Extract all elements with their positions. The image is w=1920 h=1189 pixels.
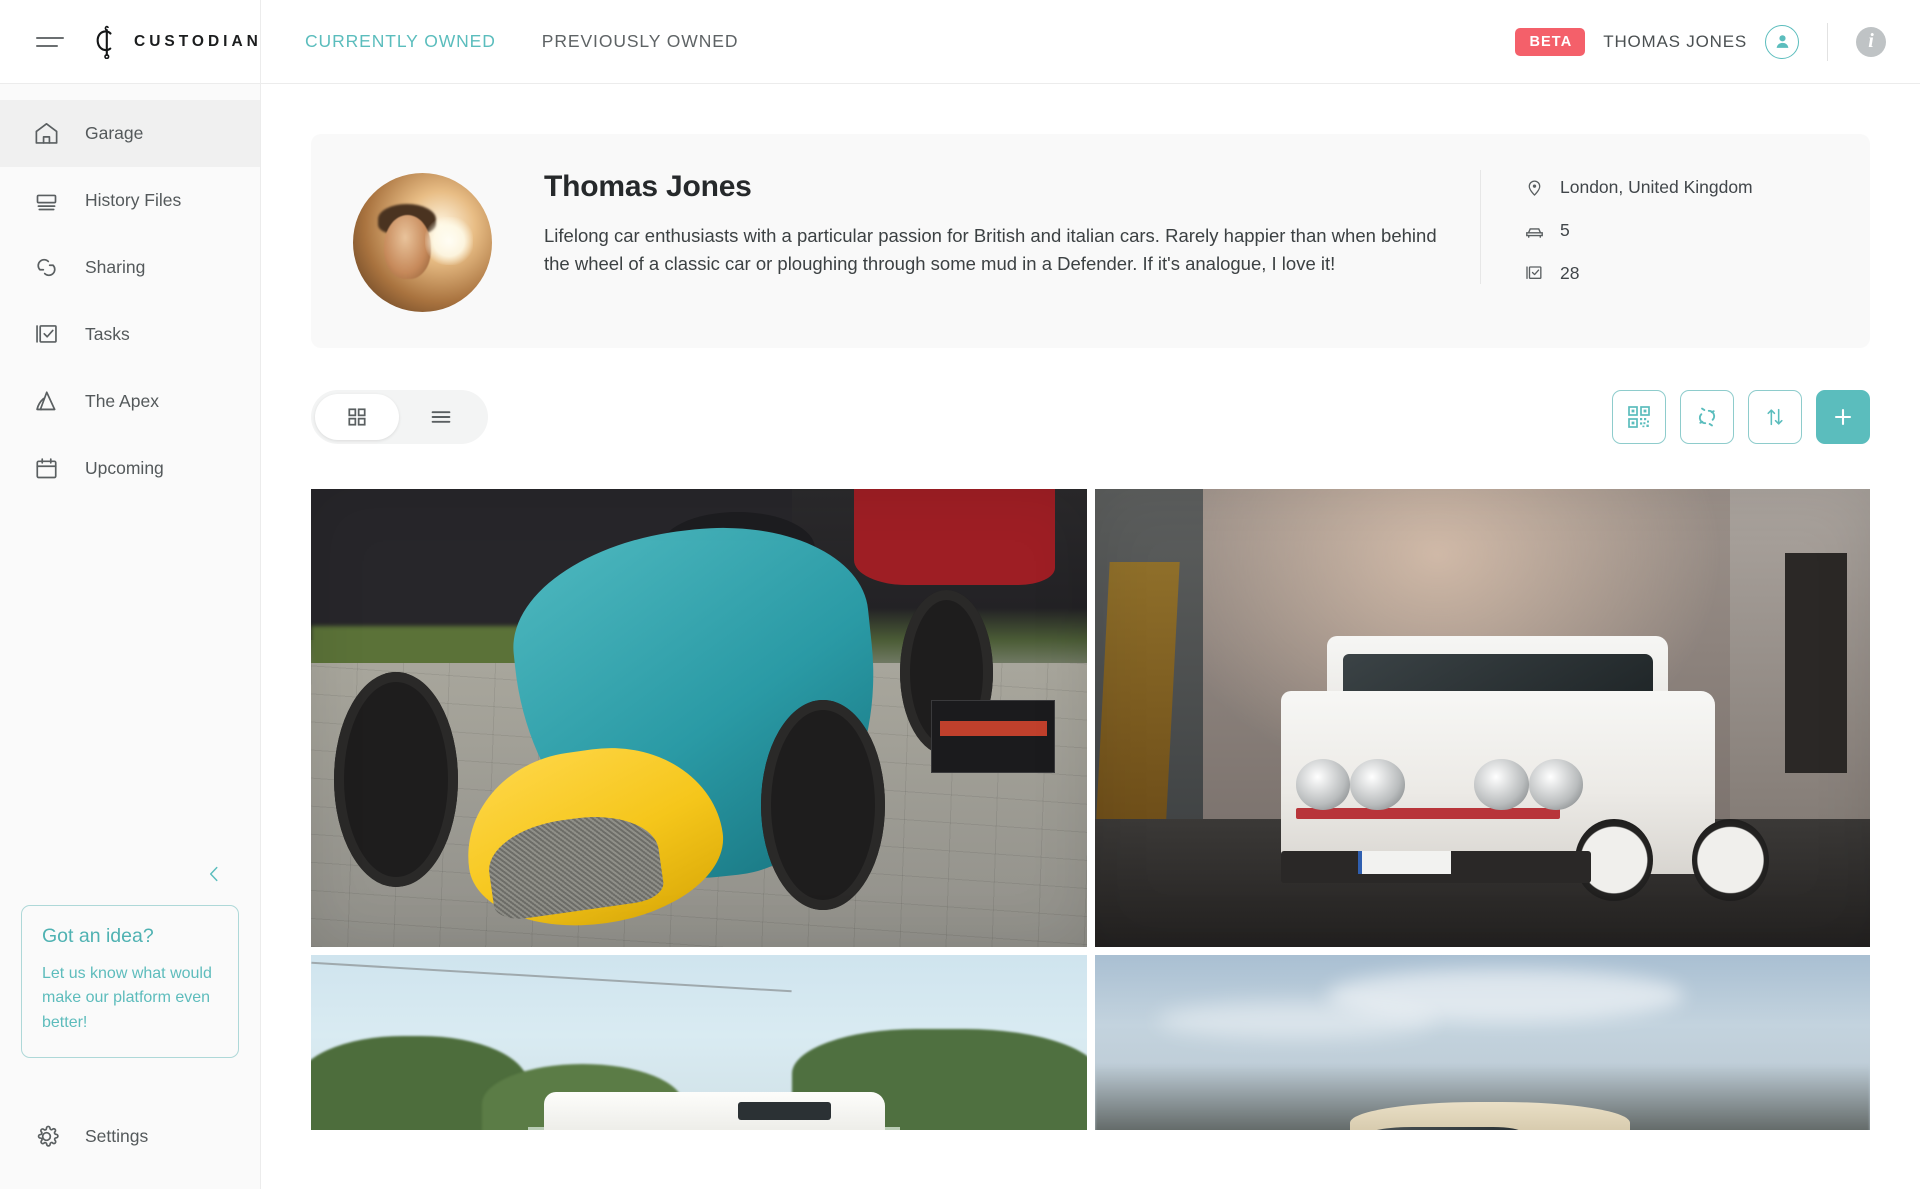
app-root: CUSTODIAN Garage History Files Sharing T… [0,0,1920,1189]
stat-value: 5 [1560,219,1570,240]
gear-icon [31,1122,61,1152]
chevron-left-icon[interactable] [199,859,229,889]
tab-previously-owned[interactable]: PREVIOUSLY OWNED [542,0,739,84]
vehicle-tile-classic-saloon[interactable] [1094,955,1870,1130]
user-avatar-icon[interactable] [1765,24,1799,59]
idea-card[interactable]: Got an idea? Let us know what would make… [21,904,239,1058]
sidebar-item-label: Garage [85,123,144,143]
files-icon [31,186,61,216]
view-toggle [311,390,488,444]
brand-logo[interactable]: CUSTODIAN [90,25,262,59]
grid-view-button[interactable] [315,394,399,440]
sidebar-item-label: Sharing [85,257,146,277]
hamburger-icon[interactable] [36,36,64,47]
sidebar: CUSTODIAN Garage History Files Sharing T… [0,0,261,1189]
sort-button[interactable] [1748,390,1802,444]
list-view-button[interactable] [399,394,483,440]
custodian-monogram-icon [96,25,112,59]
tab-currently-owned[interactable]: CURRENTLY OWNED [305,0,496,84]
info-icon[interactable]: i [1856,26,1886,57]
user-name[interactable]: THOMAS JONES [1603,32,1747,52]
sidebar-nav: Garage History Files Sharing Tasks The A… [0,100,260,502]
main-area: CURRENTLY OWNED PREVIOUSLY OWNED BETA TH… [261,0,1920,1189]
brand-row: CUSTODIAN [0,0,260,84]
add-vehicle-button[interactable] [1816,390,1870,444]
checkbox-task-icon [1523,262,1545,284]
garage-toolbar [311,390,1870,444]
home-icon [31,119,61,149]
calendar-icon [31,454,61,484]
garage-actions [1612,390,1870,444]
sidebar-item-label: Upcoming [85,458,164,478]
share-link-button[interactable] [1680,390,1734,444]
idea-card-body: Let us know what would make our platform… [42,964,212,1032]
location-pin-icon [1523,176,1545,198]
sidebar-item-label: Tasks [85,324,130,344]
sidebar-item-garage[interactable]: Garage [0,100,260,167]
page-content: Thomas Jones Lifelong car enthusiasts wi… [261,84,1920,1189]
status-badge: BETA [1515,27,1586,56]
stat-value: London, United Kingdom [1560,176,1753,197]
apex-mountain-icon [31,387,61,417]
stat-location: London, United Kingdom [1523,176,1830,198]
link-share-icon [31,253,61,283]
avatar [353,173,492,312]
car-icon [1523,219,1545,241]
checkbox-task-icon [31,320,61,350]
page-title: Thomas Jones [544,170,752,203]
settings-label: Settings [85,1126,149,1146]
sidebar-item-label: The Apex [85,391,159,411]
sidebar-item-history-files[interactable]: History Files [0,167,260,234]
vehicle-tile-land-rover-defender[interactable] [311,955,1087,1130]
brand-name: CUSTODIAN [134,32,262,50]
sidebar-item-upcoming[interactable]: Upcoming [0,435,260,502]
topbar: CURRENTLY OWNED PREVIOUSLY OWNED BETA TH… [261,0,1920,84]
sidebar-item-tasks[interactable]: Tasks [0,301,260,368]
divider [1827,22,1828,61]
vehicle-tile-vintage-single-seater[interactable] [311,489,1087,947]
profile-stats: London, United Kingdom 5 28 [1480,170,1830,284]
sidebar-item-sharing[interactable]: Sharing [0,234,260,301]
owned-tabs: CURRENTLY OWNED PREVIOUSLY OWNED [305,0,738,84]
idea-card-title: Got an idea? [42,924,154,947]
profile-details: Thomas Jones Lifelong car enthusiasts wi… [492,170,1480,278]
sidebar-item-label: History Files [85,190,182,210]
qr-code-button[interactable] [1612,390,1666,444]
stat-task-count: 28 [1523,262,1830,284]
stat-vehicle-count: 5 [1523,219,1830,241]
vehicle-tile-vw-golf-gti[interactable] [1094,489,1870,947]
vehicle-grid [311,489,1870,1130]
profile-card: Thomas Jones Lifelong car enthusiasts wi… [311,134,1870,348]
stat-value: 28 [1560,262,1580,283]
profile-bio: Lifelong car enthusiasts with a particul… [544,225,1437,275]
sidebar-item-the-apex[interactable]: The Apex [0,368,260,435]
topbar-right: BETA THOMAS JONES i [1515,22,1886,61]
sidebar-item-settings[interactable]: Settings [0,1084,260,1189]
